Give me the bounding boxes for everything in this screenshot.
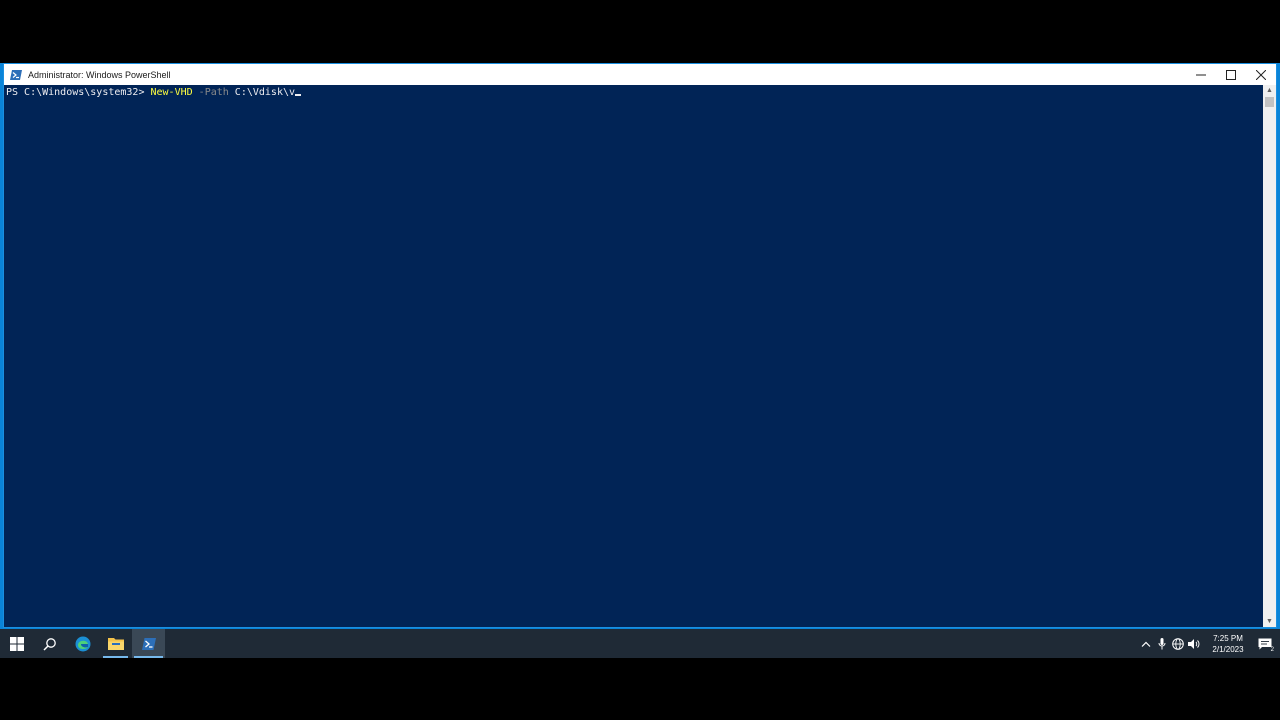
window-title: Administrator: Windows PowerShell: [28, 69, 171, 80]
powershell-taskbar-button[interactable]: [132, 629, 165, 658]
edge-button[interactable]: [66, 629, 99, 658]
maximize-button[interactable]: [1216, 64, 1246, 85]
command-argument: C:\Vdisk\v: [228, 87, 296, 98]
globe-icon: [1172, 637, 1184, 650]
powershell-icon: [10, 69, 22, 81]
vertical-scrollbar[interactable]: ▲ ▼: [1263, 85, 1276, 627]
windows-logo-icon: [9, 636, 24, 651]
window-controls: [1186, 64, 1276, 85]
console-output[interactable]: PS C:\Windows\system32> New-VHD -Path C:…: [4, 85, 1263, 627]
powershell-icon: [141, 637, 156, 650]
notification-count: 2: [1270, 647, 1274, 653]
scroll-thumb[interactable]: [1265, 97, 1274, 107]
command-parameter: -Path: [192, 87, 229, 98]
volume-button[interactable]: [1186, 629, 1202, 658]
taskbar: 7:25 PM 2/1/2023 2: [0, 629, 1280, 658]
scroll-down-icon[interactable]: ▼: [1263, 616, 1276, 627]
chevron-up-icon: [1141, 641, 1151, 647]
clock-time: 7:25 PM: [1213, 633, 1243, 643]
folder-icon: [107, 638, 124, 650]
screen: Administrator: Windows PowerShell PS C:\…: [0, 0, 1280, 720]
microphone-button[interactable]: [1154, 629, 1170, 658]
scroll-up-icon[interactable]: ▲: [1263, 85, 1276, 96]
microphone-icon: [1158, 637, 1166, 649]
text-cursor: [295, 94, 302, 96]
powershell-window[interactable]: Administrator: Windows PowerShell PS C:\…: [3, 63, 1277, 628]
close-icon: [1256, 69, 1266, 80]
search-button[interactable]: [33, 629, 66, 658]
maximize-icon: [1226, 69, 1236, 80]
speaker-icon: [1187, 638, 1199, 649]
show-hidden-icons-button[interactable]: [1138, 629, 1154, 658]
start-button[interactable]: [0, 629, 33, 658]
minimize-icon: [1196, 74, 1206, 75]
title-bar[interactable]: Administrator: Windows PowerShell: [4, 64, 1276, 85]
search-icon: [42, 637, 56, 651]
system-tray: 7:25 PM 2/1/2023 2: [1138, 629, 1280, 658]
minimize-button[interactable]: [1186, 64, 1216, 85]
network-button[interactable]: [1170, 629, 1186, 658]
file-explorer-button[interactable]: [99, 629, 132, 658]
command-name: New-VHD: [150, 87, 193, 98]
action-center-button[interactable]: 2: [1250, 629, 1280, 658]
clock-date: 2/1/2023: [1212, 644, 1244, 654]
edge-icon: [75, 636, 90, 651]
clock[interactable]: 7:25 PM 2/1/2023: [1206, 629, 1250, 658]
console-prompt: PS C:\Windows\system32>: [6, 87, 151, 98]
close-button[interactable]: [1246, 64, 1276, 85]
